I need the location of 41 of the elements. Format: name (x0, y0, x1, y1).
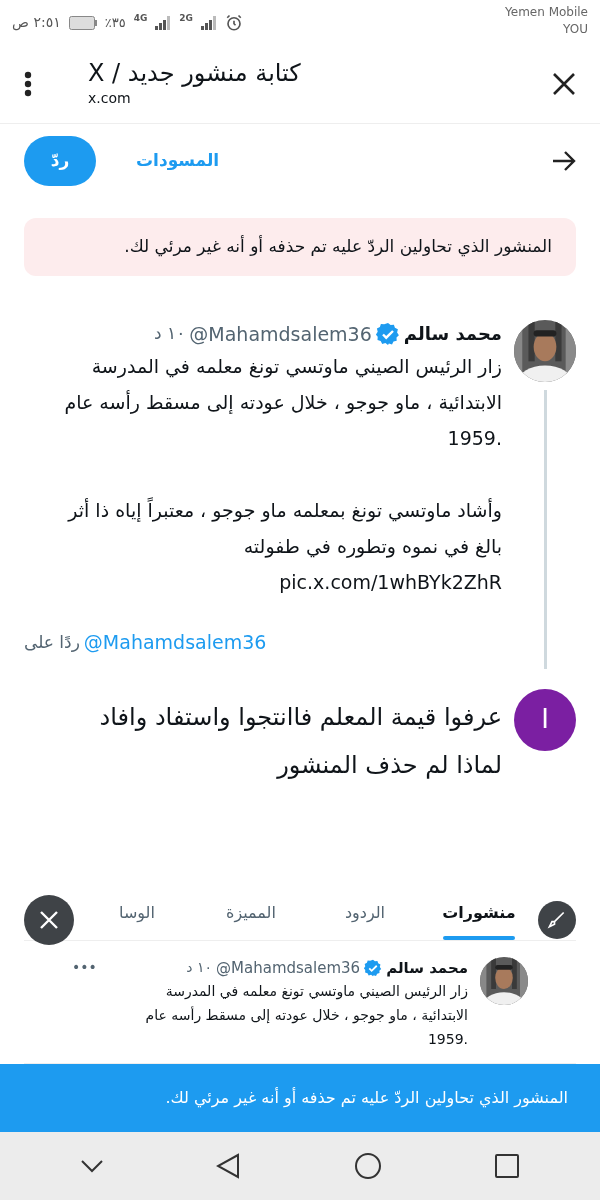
user-avatar: I (514, 688, 576, 751)
post-handle: @Mahamdsalem36 (189, 321, 372, 347)
arrow-right-icon[interactable] (552, 150, 576, 172)
close-icon[interactable] (552, 71, 576, 96)
post-text: زار الرئيس الصيني ماوتسي تونغ معلمه في المدرسة الابتدائية ، ماو جوجو ، خلال عودته إلى مسقط رأسه عام .1959 (145, 982, 468, 1049)
author-name: محمد سالم (386, 957, 468, 979)
post-handle: @Mahamdsalem36 (216, 957, 361, 979)
author-name: محمد سالم (403, 322, 502, 347)
alarm-clock-icon (224, 13, 243, 32)
more-options-icon[interactable] (24, 70, 32, 97)
profile-tab[interactable]: منشورات (422, 900, 536, 940)
brush-icon (547, 909, 567, 930)
more-icon[interactable]: ••• (72, 957, 97, 979)
reply-label: ردًا على (24, 630, 80, 654)
carrier-name: YOU (563, 21, 588, 38)
profile-tab[interactable]: الوسا (80, 900, 194, 940)
network-type: 2G (179, 12, 193, 25)
clock-time: ٢:٥١ ص (12, 13, 61, 33)
signal-icon (200, 15, 217, 30)
carrier-name: Yemen Mobile (505, 4, 588, 21)
battery-percent: ٪٣٥ (104, 13, 126, 32)
edit-attachment-button[interactable] (538, 900, 576, 939)
profile-tab[interactable]: المميزة (194, 900, 308, 940)
remove-attachment-button[interactable] (24, 894, 74, 945)
network-type: 4G (133, 12, 148, 25)
post-input-field[interactable]: عرفوا قيمة المعلم فاانتجوا واستفاد وافاد لماذا لم حذف المنشور (24, 688, 502, 789)
post-text: زار الرئيس الصيني ماوتسي تونغ معلمه في المدرسة الابتدائية ، ماو جوجو ، خلال عودته إلى مسقط رأسه عام .1959 وأشاد ماوتسي تونغ بمعلمه ماو جوجو ، معتبراً إياه ذا أثر بالغ في نموه وتطوره في طفولته pic.x.com/1whBYk2ZhR (64, 354, 502, 595)
profile-tab[interactable]: الردود (308, 900, 422, 940)
page-url: x.com (88, 89, 132, 108)
post-time: ١٠ د (154, 322, 186, 345)
battery-icon (68, 15, 97, 30)
home-icon[interactable] (353, 1152, 382, 1180)
toast-message: .المنشور الذي تحاولين الردّ عليه تم حذفه أو أنه غير مرئي لك (0, 1064, 600, 1132)
signal-icon (155, 15, 172, 30)
chevron-down-icon[interactable] (80, 1159, 103, 1173)
close-icon (40, 910, 58, 929)
page-title: كتابة منشور جديد / X (88, 58, 302, 88)
back-icon[interactable] (216, 1153, 241, 1179)
notice-banner: .المنشور الذي تحاولين الردّ عليه تم حذفه أو أنه غير مرئي لك (24, 218, 576, 276)
post-time: ١٠ د (186, 958, 213, 978)
recent-apps-icon[interactable] (495, 1154, 520, 1178)
